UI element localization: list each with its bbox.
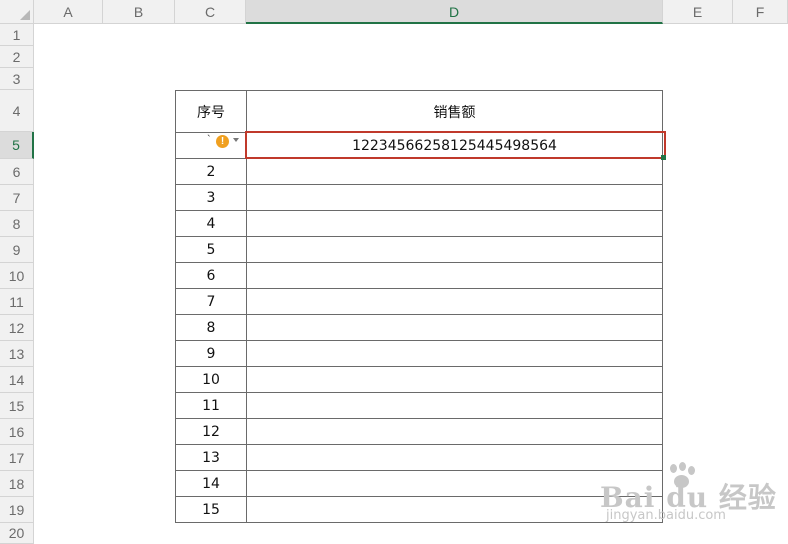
index-cell[interactable]: 10: [175, 366, 247, 393]
sales-cell[interactable]: [246, 184, 663, 211]
table-row: 13: [175, 444, 663, 471]
row-header-12[interactable]: 12: [0, 315, 34, 341]
sales-cell[interactable]: [246, 366, 663, 393]
watermark-url: jingyan.baidu.com: [606, 508, 726, 523]
row-header-20[interactable]: 20: [0, 523, 34, 544]
table-row: 8: [175, 314, 663, 341]
row-header-1[interactable]: 1: [0, 24, 34, 46]
column-header-c[interactable]: C: [175, 0, 246, 24]
index-cell[interactable]: 7: [175, 288, 247, 315]
row-header-8[interactable]: 8: [0, 211, 34, 237]
select-all-triangle-icon: [20, 10, 30, 20]
row-header-7[interactable]: 7: [0, 185, 34, 211]
column-header-f[interactable]: F: [733, 0, 788, 24]
table-row: 14: [175, 470, 663, 497]
sales-cell[interactable]: [246, 262, 663, 289]
sales-cell[interactable]: [246, 392, 663, 419]
row-header-11[interactable]: 11: [0, 289, 34, 315]
row-header-4[interactable]: 4: [0, 90, 34, 132]
sales-cell[interactable]: [246, 340, 663, 367]
index-cell[interactable]: [175, 132, 247, 159]
index-cell[interactable]: 8: [175, 314, 247, 341]
index-cell[interactable]: 5: [175, 236, 247, 263]
header-cell-index[interactable]: 序号: [175, 90, 247, 133]
row-header-14[interactable]: 14: [0, 367, 34, 393]
row-header-3[interactable]: 3: [0, 68, 34, 90]
row-header-5[interactable]: 5: [0, 132, 34, 159]
table-row: 6: [175, 262, 663, 289]
index-cell[interactable]: 13: [175, 444, 247, 471]
row-header-15[interactable]: 15: [0, 393, 34, 419]
partial-index-glyph: `: [207, 134, 211, 146]
row-header-16[interactable]: 16: [0, 419, 34, 445]
index-cell[interactable]: 4: [175, 210, 247, 237]
row-header-9[interactable]: 9: [0, 237, 34, 263]
table-row: 7: [175, 288, 663, 315]
column-header-d[interactable]: D: [246, 0, 663, 24]
error-warning-icon[interactable]: !: [216, 135, 229, 148]
column-header-e[interactable]: E: [663, 0, 733, 24]
column-header-b[interactable]: B: [103, 0, 175, 24]
watermark: Bai du 经验 jingyan.baidu.com: [600, 462, 785, 524]
row-header-17[interactable]: 17: [0, 445, 34, 471]
table-row: 5: [175, 236, 663, 263]
warning-dropdown-caret-icon[interactable]: [233, 138, 239, 142]
table-row: 15: [175, 496, 663, 523]
row-header-19[interactable]: 19: [0, 497, 34, 523]
table-row: 3: [175, 184, 663, 211]
row-header-18[interactable]: 18: [0, 471, 34, 497]
sales-cell[interactable]: [246, 210, 663, 237]
select-all-corner[interactable]: [0, 0, 34, 24]
index-cell[interactable]: 9: [175, 340, 247, 367]
table-row: 10: [175, 366, 663, 393]
table-row: 12: [175, 418, 663, 445]
row-header-10[interactable]: 10: [0, 263, 34, 289]
index-cell[interactable]: 12: [175, 418, 247, 445]
sales-cell[interactable]: [246, 418, 663, 445]
index-cell[interactable]: 11: [175, 392, 247, 419]
sales-cell[interactable]: [246, 288, 663, 315]
index-cell[interactable]: 6: [175, 262, 247, 289]
index-cell[interactable]: 2: [175, 158, 247, 185]
header-cell-sales[interactable]: 销售额: [246, 90, 663, 133]
row-header-13[interactable]: 13: [0, 341, 34, 367]
table-row: 4: [175, 210, 663, 237]
sales-cell[interactable]: [246, 314, 663, 341]
index-cell[interactable]: 3: [175, 184, 247, 211]
table-row: 9: [175, 340, 663, 367]
sales-cell[interactable]: [246, 158, 663, 185]
table-row: 1223456625812544549856​4: [175, 132, 663, 159]
sales-cell[interactable]: [246, 236, 663, 263]
row-header-6[interactable]: 6: [0, 159, 34, 185]
sales-table: 序号 销售额 1223456625812544549856​4 2 3 4 5 …: [175, 90, 663, 523]
column-header-a[interactable]: A: [34, 0, 103, 24]
fill-handle[interactable]: [661, 155, 666, 160]
row-header-2[interactable]: 2: [0, 46, 34, 68]
index-cell[interactable]: 14: [175, 470, 247, 497]
table-header-row: 序号 销售额: [175, 90, 663, 133]
table-row: 11: [175, 392, 663, 419]
sales-cell-active[interactable]: 1223456625812544549856​4: [246, 132, 663, 159]
index-cell[interactable]: 15: [175, 496, 247, 523]
table-row: 2: [175, 158, 663, 185]
